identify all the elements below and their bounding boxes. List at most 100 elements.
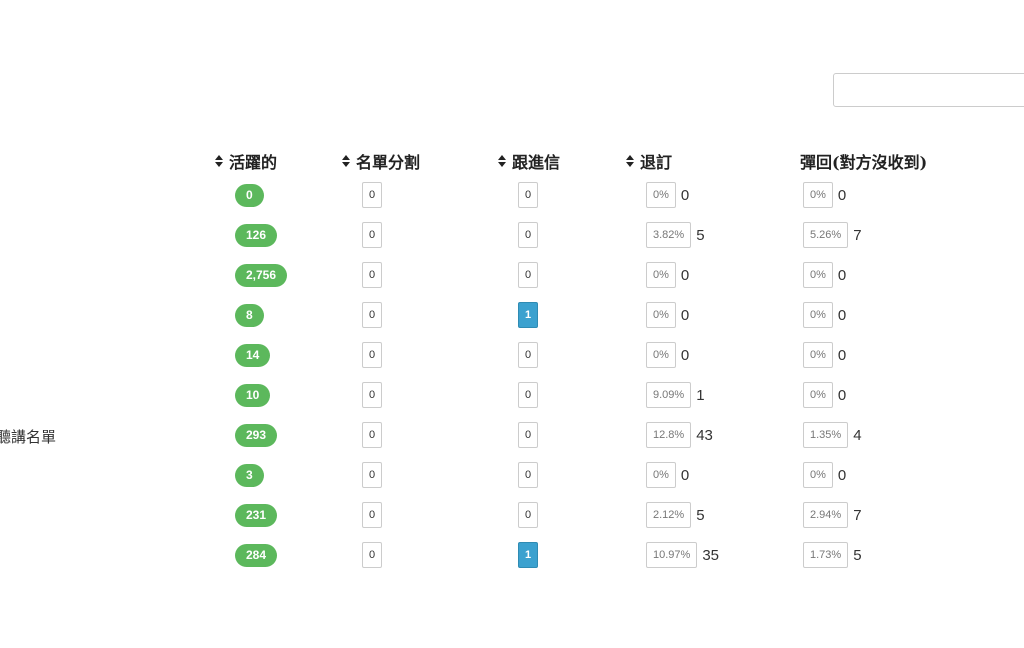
bounce-percent: 2.94%: [803, 502, 849, 528]
active-count-badge: 8: [235, 304, 264, 327]
unsubscribe-stat: 2.12% 5: [646, 502, 705, 528]
table-row: 10 0 0 9.09% 1 0% 0: [0, 376, 1024, 416]
bounce-count: 7: [853, 506, 862, 524]
followup-count[interactable]: 1: [518, 542, 538, 568]
unsubscribe-stat: 0% 0: [646, 342, 689, 368]
split-count[interactable]: 0: [362, 462, 382, 488]
table-row: 3 0 0 0% 0 0% 0: [0, 456, 1024, 496]
active-count-badge: 0: [235, 184, 264, 207]
active-count-badge: 14: [235, 344, 271, 367]
bounce-count: 0: [837, 186, 847, 204]
unsubscribe-count: 43: [696, 426, 713, 444]
bounce-count: 5: [853, 546, 862, 564]
unsubscribe-count: 0: [680, 466, 690, 484]
column-header-unsubscribe-label: 退訂: [640, 153, 673, 172]
unsubscribe-percent: 0%: [646, 182, 676, 208]
bounce-count: 0: [837, 466, 847, 484]
sort-icon[interactable]: [626, 155, 634, 167]
unsubscribe-percent: 12.8%: [646, 422, 692, 448]
bounce-stat: 1.35% 4: [803, 422, 862, 448]
table-row: 0 0 0 0% 0 0% 0: [0, 176, 1024, 216]
bounce-percent: 0%: [803, 302, 833, 328]
bounce-percent: 0%: [803, 382, 833, 408]
column-header-active[interactable]: 活躍的: [215, 149, 277, 173]
followup-count[interactable]: 0: [518, 182, 538, 208]
active-count-badge: 3: [235, 464, 264, 487]
bounce-count: 0: [837, 266, 847, 284]
unsubscribe-stat: 0% 0: [646, 462, 689, 488]
bounce-count: 4: [853, 426, 862, 444]
followup-count[interactable]: 0: [518, 422, 538, 448]
active-count-badge: 2,756: [235, 264, 288, 287]
sort-icon[interactable]: [342, 155, 350, 167]
unsubscribe-count: 5: [696, 226, 705, 244]
followup-count[interactable]: 0: [518, 502, 538, 528]
list-stats-page: 活躍的 名單分割 跟進信 退訂 彈回(對方沒收到) 0 0 0 0% 0 0% 0 126 0…: [0, 0, 1024, 648]
split-count[interactable]: 0: [362, 382, 382, 408]
active-count-badge: 284: [235, 544, 278, 567]
sort-icon[interactable]: [498, 155, 506, 167]
followup-count[interactable]: 0: [518, 262, 538, 288]
followup-count[interactable]: 0: [518, 222, 538, 248]
bounce-percent: 5.26%: [803, 222, 849, 248]
unsubscribe-count: 0: [680, 306, 690, 324]
search-input[interactable]: [833, 73, 1024, 107]
column-header-followup[interactable]: 跟進信: [498, 149, 560, 173]
unsubscribe-count: 35: [702, 546, 719, 564]
bounce-stat: 1.73% 5: [803, 542, 862, 568]
unsubscribe-percent: 0%: [646, 302, 676, 328]
followup-count[interactable]: 0: [518, 382, 538, 408]
table-row: 8 0 1 0% 0 0% 0: [0, 296, 1024, 336]
bounce-count: 0: [837, 306, 847, 324]
table-row: 284 0 1 10.97% 35 1.73% 5: [0, 536, 1024, 576]
bounce-stat: 0% 0: [803, 342, 846, 368]
followup-count[interactable]: 1: [518, 302, 538, 328]
unsubscribe-stat: 0% 0: [646, 182, 689, 208]
unsubscribe-percent: 2.12%: [646, 502, 692, 528]
split-count[interactable]: 0: [362, 542, 382, 568]
split-count[interactable]: 0: [362, 502, 382, 528]
split-count[interactable]: 0: [362, 262, 382, 288]
bounce-stat: 2.94% 7: [803, 502, 862, 528]
unsubscribe-percent: 0%: [646, 262, 676, 288]
unsubscribe-percent: 9.09%: [646, 382, 692, 408]
unsubscribe-count: 0: [680, 186, 690, 204]
column-header-bounce: 彈回(對方沒收到): [800, 149, 927, 173]
bounce-count: 0: [837, 346, 847, 364]
bounce-percent: 0%: [803, 342, 833, 368]
list-name[interactable]: 聽講名單: [0, 426, 56, 447]
unsubscribe-stat: 9.09% 1: [646, 382, 705, 408]
bounce-stat: 0% 0: [803, 262, 846, 288]
column-header-unsubscribe[interactable]: 退訂: [626, 149, 672, 173]
bounce-stat: 0% 0: [803, 382, 846, 408]
followup-count[interactable]: 0: [518, 462, 538, 488]
column-header-split[interactable]: 名單分割: [342, 149, 420, 173]
unsubscribe-percent: 3.82%: [646, 222, 692, 248]
followup-count[interactable]: 0: [518, 342, 538, 368]
split-count[interactable]: 0: [362, 222, 382, 248]
unsubscribe-stat: 0% 0: [646, 302, 689, 328]
table-row: 2,756 0 0 0% 0 0% 0: [0, 256, 1024, 296]
split-count[interactable]: 0: [362, 182, 382, 208]
column-header-bounce-label: 彈回(對方沒收到): [800, 153, 928, 172]
split-count[interactable]: 0: [362, 422, 382, 448]
split-count[interactable]: 0: [362, 342, 382, 368]
active-count-badge: 10: [235, 384, 271, 407]
bounce-percent: 1.35%: [803, 422, 849, 448]
table-row: 231 0 0 2.12% 5 2.94% 7: [0, 496, 1024, 536]
unsubscribe-stat: 12.8% 43: [646, 422, 713, 448]
bounce-stat: 0% 0: [803, 302, 846, 328]
bounce-percent: 0%: [803, 262, 833, 288]
bounce-percent: 0%: [803, 462, 833, 488]
bounce-count: 0: [837, 386, 847, 404]
unsubscribe-percent: 0%: [646, 342, 676, 368]
active-count-badge: 293: [235, 424, 278, 447]
sort-icon[interactable]: [215, 155, 223, 167]
active-count-badge: 231: [235, 504, 278, 527]
table-row: 聽講名單 293 0 0 12.8% 43 1.35% 4: [0, 416, 1024, 456]
unsubscribe-stat: 10.97% 35: [646, 542, 719, 568]
column-header-active-label: 活躍的: [229, 153, 278, 172]
unsubscribe-percent: 10.97%: [646, 542, 698, 568]
split-count[interactable]: 0: [362, 302, 382, 328]
unsubscribe-stat: 0% 0: [646, 262, 689, 288]
